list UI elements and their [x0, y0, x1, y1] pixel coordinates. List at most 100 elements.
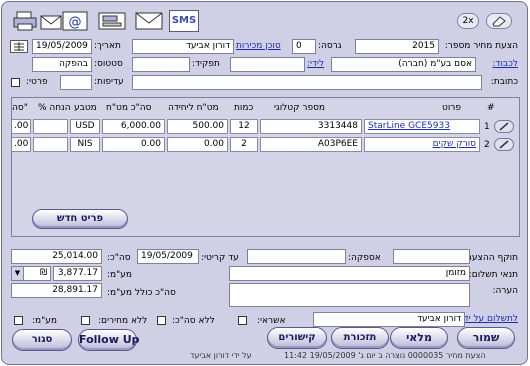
until-field[interactable]: 19/05/2009 [137, 249, 199, 264]
vat-checkbox[interactable] [14, 316, 23, 325]
quote-window: @ SMS 2x הצעת מחיר מספר: 2015 גרסה: 0 סו… [1, 1, 528, 365]
role-field[interactable] [132, 57, 190, 72]
payment-terms-field[interactable]: מזומן [229, 266, 470, 281]
email-icon[interactable]: @ [39, 10, 89, 32]
row-1-currency[interactable]: USD [70, 119, 100, 134]
eraser-icon[interactable] [486, 13, 512, 29]
follow-up-button[interactable]: Follow Up [78, 329, 140, 351]
address-field[interactable] [132, 75, 482, 90]
salesperson-field[interactable]: דורון אביעד [132, 39, 234, 54]
payment-terms-label: תנאי תשלום: [468, 270, 518, 280]
details-label: פרטי: [26, 77, 48, 87]
row-2-unit-price[interactable]: 0.00 [167, 137, 228, 152]
col-header-discount: % הנחה [38, 103, 71, 113]
quote-number-label: הצעת מחיר מספר: [444, 41, 518, 51]
col-header-currency: מטבע [74, 103, 97, 113]
col-header-item: פרוט [442, 103, 461, 113]
status-label: סטטוס: [94, 59, 123, 69]
date-field[interactable]: 19/05/2009 [32, 39, 92, 54]
priority-field[interactable] [60, 75, 92, 90]
row-1-total[interactable]: 6,000.00 [102, 119, 165, 134]
supply-label: אספקה: [348, 253, 381, 263]
col-header-qty: כמות [234, 103, 254, 113]
col-header-num: # [487, 103, 495, 113]
vat-field[interactable]: 3,877.17 [53, 266, 102, 281]
row-2-item[interactable]: סורק שקים [364, 137, 480, 152]
version-label: גרסה: [318, 41, 342, 51]
grand-total-label: סה"כ כולל מע"מ: [107, 288, 176, 298]
sms-icon[interactable]: SMS [169, 10, 199, 32]
no-total-label: ללא סה"כ: [172, 316, 215, 326]
until-label: עד קריטי: [201, 253, 239, 263]
quote-number-field[interactable]: 2015 [355, 39, 439, 54]
row-1-discount[interactable] [33, 119, 68, 134]
total-field[interactable]: 25,014.00 [11, 249, 102, 264]
save-button[interactable]: שמור [457, 327, 515, 349]
address-label: כתובת: [490, 77, 518, 87]
edit-row-1-icon[interactable] [494, 120, 514, 133]
reminder-button[interactable]: תזכורת [331, 327, 389, 349]
row-1-number: 1 [484, 122, 490, 132]
links-button[interactable]: קישורים [267, 327, 327, 349]
note-field[interactable] [229, 283, 470, 307]
created-info: הצעת מחיר 0000035 נוצרה ב יום ג' 19/05/2… [284, 351, 486, 360]
version-field[interactable]: 0 [292, 39, 316, 54]
dropdown-arrow-icon: ▼ [12, 267, 24, 280]
row-2-sum[interactable]: .00 [12, 137, 31, 152]
row-2-catalog[interactable]: A03P6EE [260, 137, 362, 152]
row-1-unit-price[interactable]: 500.00 [167, 119, 228, 134]
inventory-button[interactable]: מלאי [390, 327, 448, 349]
row-1-sum[interactable]: .00 [12, 119, 31, 134]
envelope-icon[interactable] [134, 10, 164, 32]
role-label: תפקיד: [192, 59, 220, 69]
credit-label: אשראי: [257, 316, 286, 326]
new-item-button[interactable]: פריט חדש [32, 209, 128, 229]
vat-label: מע"מ: [107, 270, 133, 280]
col-header-unit-price: מט"ח ליחידה [168, 103, 219, 113]
to-label[interactable]: לכבוד: [493, 59, 518, 69]
col-header-total: סה"כ מט"ח [106, 103, 152, 113]
row-2-currency[interactable]: NIS [70, 137, 100, 152]
created-by: על ידי דורון אביעד [190, 351, 252, 360]
vat-currency-value: ₪ [39, 268, 47, 278]
calendar-icon[interactable] [10, 40, 28, 53]
row-2-number: 2 [484, 140, 490, 150]
date-label: תאריך: [94, 41, 121, 51]
validity-field[interactable] [393, 249, 470, 264]
row-2-qty[interactable]: 2 [230, 137, 258, 152]
col-header-catalog: מספר קטלוגי [274, 103, 326, 113]
zoom-button[interactable]: 2x [457, 13, 479, 29]
close-button[interactable]: סגור [12, 329, 72, 351]
salesperson-label[interactable]: סוכן מכירות [236, 41, 281, 51]
row-1-catalog[interactable]: 3313448 [260, 119, 362, 134]
vat-currency-dropdown[interactable]: ▼ ₪ [11, 266, 51, 281]
grand-total-field[interactable]: 28,891.17 [11, 283, 102, 298]
no-total-checkbox[interactable] [157, 316, 166, 325]
items-grid: # פרוט מספר קטלוגי כמות מט"ח ליחידה סה"כ… [11, 97, 520, 237]
svg-text:@: @ [69, 15, 82, 30]
validity-label: תוקף ההצעה: [462, 253, 518, 263]
col-header-sum: סה" [12, 103, 28, 113]
row-2-total[interactable]: 0.00 [102, 137, 165, 152]
row-1-qty[interactable]: 12 [230, 119, 258, 134]
fax-icon[interactable] [97, 10, 127, 32]
for-attention-field[interactable] [230, 57, 305, 72]
supply-field[interactable] [247, 249, 346, 264]
no-prices-checkbox[interactable] [81, 316, 90, 325]
print-icon[interactable] [12, 10, 38, 32]
vat-check-label: מע"מ: [32, 316, 58, 326]
note-label: הערה: [492, 286, 518, 296]
for-attention-label[interactable]: לידי: [307, 59, 324, 69]
priority-label: עדיפות: [94, 77, 124, 87]
credit-checkbox[interactable] [238, 316, 247, 325]
edit-row-2-icon[interactable] [494, 138, 514, 151]
status-field[interactable]: בהפקה [32, 57, 92, 72]
no-prices-label: ללא מחירים: [98, 316, 148, 326]
total-label: סה"כ: [107, 253, 131, 263]
row-1-item[interactable]: StarLine GCE5933 [364, 119, 480, 134]
responsible-field[interactable]: דורון אביעד [313, 312, 465, 327]
to-field[interactable]: אסם בע"מ (חברה) [331, 57, 476, 72]
details-checkbox[interactable] [11, 78, 20, 87]
responsible-label[interactable]: לתשלום על ידי: [459, 314, 518, 324]
row-2-discount[interactable] [33, 137, 68, 152]
